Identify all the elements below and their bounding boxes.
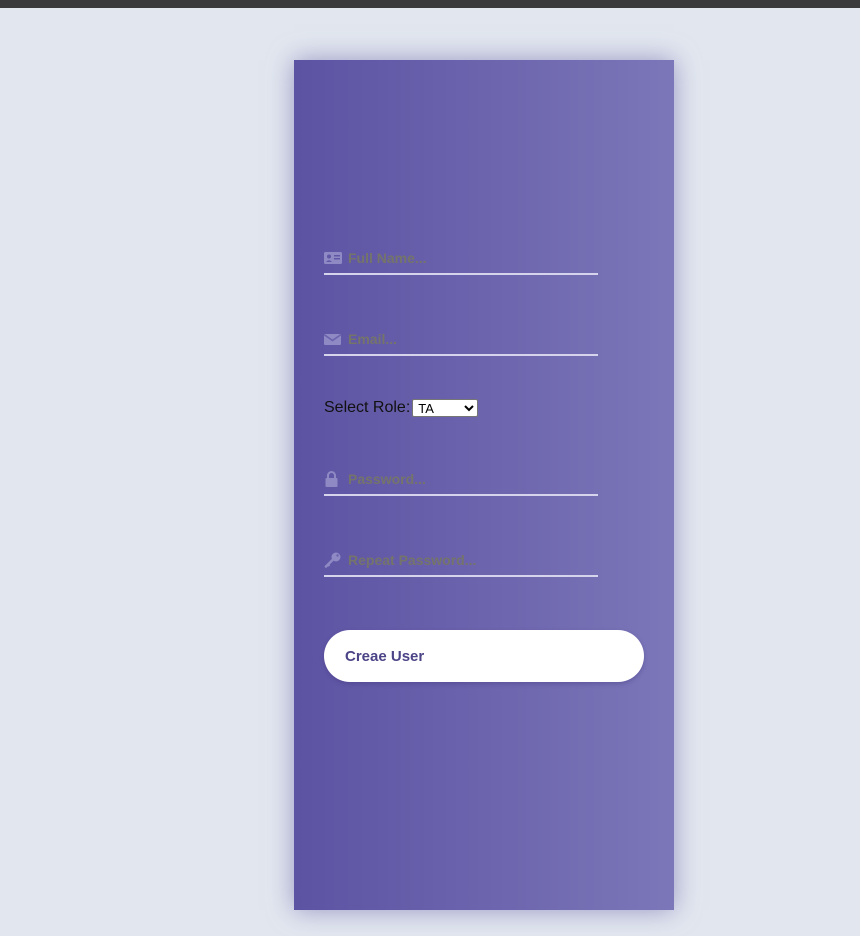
email-field xyxy=(323,326,598,356)
role-select[interactable]: TA xyxy=(412,399,479,417)
email-input[interactable] xyxy=(348,326,588,352)
repeat-password-field xyxy=(324,547,598,577)
lock-icon xyxy=(324,471,342,487)
role-label: Select Role: xyxy=(324,399,411,416)
envelope-icon xyxy=(323,331,342,347)
id-card-icon xyxy=(324,250,342,266)
password-field xyxy=(324,466,598,496)
create-user-button[interactable]: Creae User xyxy=(324,630,644,682)
create-user-card: Select Role: TA Creae User xyxy=(294,60,674,910)
full-name-field xyxy=(324,245,598,275)
full-name-input[interactable] xyxy=(348,245,588,271)
password-input[interactable] xyxy=(348,466,588,492)
key-icon xyxy=(324,552,342,568)
browser-top-bar xyxy=(0,0,860,8)
repeat-password-input[interactable] xyxy=(348,547,588,573)
role-row: Select Role: TA xyxy=(324,397,479,419)
